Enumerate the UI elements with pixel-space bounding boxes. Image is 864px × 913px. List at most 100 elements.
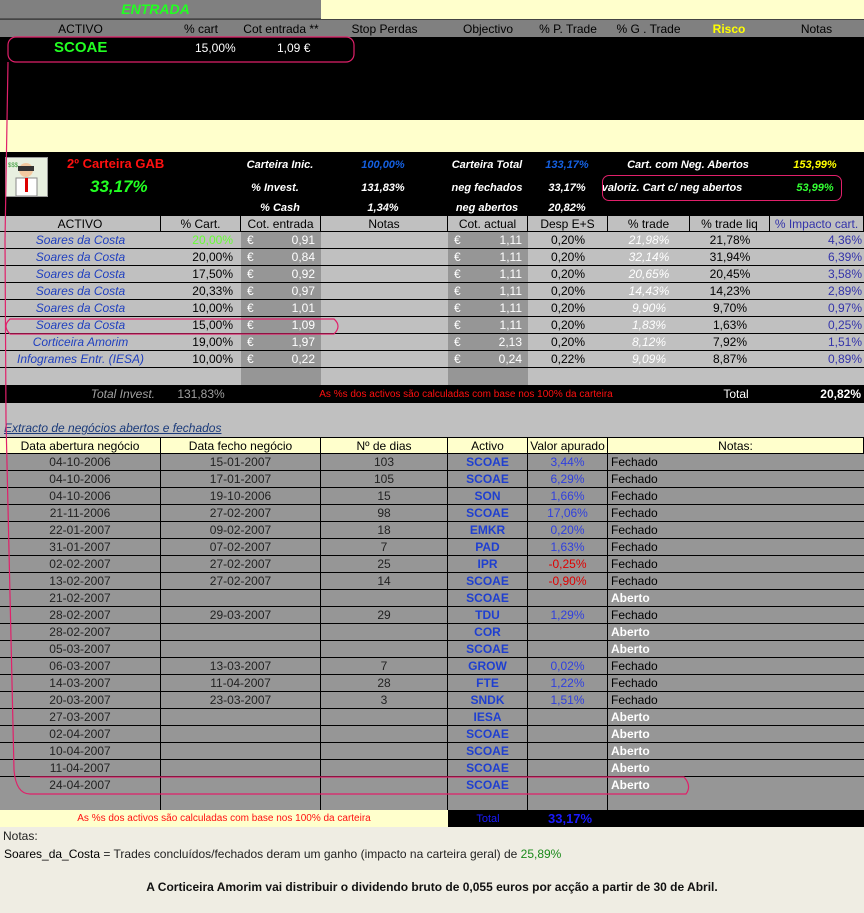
euro-sign: € (454, 318, 461, 332)
holding-cot-actual: €1,11 (448, 283, 528, 299)
extract-col-header: Data abertura negócio (0, 438, 161, 453)
holdings-col-header: Desp E+S (528, 216, 608, 231)
extract-activo[interactable]: IPR (448, 556, 528, 572)
extract-notas: Fechado (611, 574, 658, 588)
notes-line1: Soares_da_Costa = Trades concluídos/fech… (4, 847, 561, 861)
extract-valor: 0,20% (528, 522, 608, 538)
holding-trade: 1,83% (631, 318, 667, 332)
holding-activo[interactable]: Soares da Costa (0, 317, 161, 333)
holding-impacto: 0,89% (827, 352, 862, 366)
extract-days (321, 624, 448, 640)
holding-impacto: 3,58% (827, 267, 862, 281)
holdings-row: Soares da Costa 17,50% €0,92 €1,11 0,20% 20,6… (0, 266, 864, 283)
holding-cot-actual: €1,11 (448, 249, 528, 265)
extract-activo[interactable]: SCOAE (448, 743, 528, 759)
extract-activo[interactable]: IESA (448, 709, 528, 725)
stat-label: Carteira Inic. (246, 159, 314, 171)
extract-row: 22-01-2007 09-02-2007 18 EMKR 0,20% Fechado (0, 522, 864, 539)
price: 0,97 (291, 284, 315, 298)
entrada-title-filler (321, 0, 864, 19)
price: 0,22 (291, 352, 315, 366)
extract-activo[interactable]: SCOAE (448, 777, 528, 793)
stat-value: 131,83% (361, 182, 405, 194)
extract-days (321, 641, 448, 657)
holding-desp: 0,20% (550, 335, 586, 349)
extract-valor (528, 760, 608, 776)
extract-activo[interactable]: SCOAE (448, 760, 528, 776)
holding-activo[interactable]: Soares da Costa (0, 266, 161, 282)
euro-sign: € (247, 284, 254, 298)
extract-activo[interactable]: COR (448, 624, 528, 640)
extract-activo[interactable]: SCOAE (448, 726, 528, 742)
extract-row: 11-04-2007 SCOAE Aberto (0, 760, 864, 777)
extract-activo[interactable]: EMKR (448, 522, 528, 538)
euro-sign: € (454, 284, 461, 298)
holding-trade: 21,98% (628, 233, 670, 247)
extract-days (321, 777, 448, 793)
holding-trade: 9,09% (631, 352, 667, 366)
extract-activo[interactable]: SON (448, 488, 528, 504)
extract-activo[interactable]: SCOAE (448, 641, 528, 657)
holding-impacto: 6,39% (827, 250, 862, 264)
extract-activo[interactable]: SCOAE (448, 454, 528, 470)
holding-activo[interactable]: Soares da Costa (0, 300, 161, 316)
holding-activo[interactable]: Infogrames Entr. (IESA) (0, 351, 161, 367)
extract-open-date: 24-04-2007 (0, 777, 161, 793)
holdings-col-header: % Cart. (161, 216, 241, 231)
extract-open-date: 21-11-2006 (0, 505, 161, 521)
extract-open-date: 28-02-2007 (0, 607, 161, 623)
extract-days: 14 (321, 573, 448, 589)
extract-valor (528, 641, 608, 657)
holding-activo[interactable]: Soares da Costa (0, 232, 161, 248)
price: 0,92 (291, 267, 315, 281)
holding-trade-liq: 1,63% (712, 318, 748, 332)
price: 1,11 (499, 267, 522, 281)
extract-note: As %s dos activos são calculadas com bas… (0, 810, 448, 827)
extract-row: 21-11-2006 27-02-2007 98 SCOAE 17,06% Fechado (0, 505, 864, 522)
holding-cart: 20,33% (192, 284, 233, 298)
extract-activo[interactable]: FTE (448, 675, 528, 691)
stat-value: 133,17% (545, 159, 589, 171)
extract-close-date: 27-02-2007 (161, 573, 321, 589)
extract-close-date (161, 743, 321, 759)
extract-activo[interactable]: SCOAE (448, 590, 528, 606)
price: 1,01 (291, 301, 315, 315)
stat-value: 100,00% (361, 159, 405, 171)
price: 1,11 (499, 301, 522, 315)
entrada-col-header: Objectivo (462, 21, 514, 36)
extract-activo[interactable]: GROW (448, 658, 528, 674)
extract-activo[interactable]: SCOAE (448, 505, 528, 521)
extract-notas: Fechado (611, 523, 658, 537)
extract-title[interactable]: Extracto de negócios abertos e fechados (4, 421, 221, 435)
extract-open-date: 27-03-2007 (0, 709, 161, 725)
extract-activo[interactable]: SNDK (448, 692, 528, 708)
extract-row: 24-04-2007 SCOAE Aberto (0, 777, 864, 794)
extract-notas: Fechado (611, 506, 658, 520)
entrada-col-header: Risco (712, 21, 746, 36)
extract-days: 103 (321, 454, 448, 470)
extract-open-date: 14-03-2007 (0, 675, 161, 691)
holding-desp: 0,20% (550, 250, 586, 264)
extract-open-date: 02-02-2007 (0, 556, 161, 572)
extract-days: 28 (321, 675, 448, 691)
holding-activo[interactable]: Soares da Costa (0, 283, 161, 299)
extract-close-date: 09-02-2007 (161, 522, 321, 538)
euro-sign: € (454, 352, 461, 366)
portfolio-value: 33,17% (90, 177, 148, 196)
total-invest-label: Total Invest. (90, 387, 155, 401)
extract-valor (528, 624, 608, 640)
extract-close-date: 07-02-2007 (161, 539, 321, 555)
extract-valor: -0,25% (528, 556, 608, 572)
stat-value: 20,82% (548, 202, 586, 214)
holding-notas (321, 232, 448, 248)
holding-cart: 10,00% (192, 352, 233, 366)
extract-activo[interactable]: SCOAE (448, 471, 528, 487)
extract-activo[interactable]: PAD (448, 539, 528, 555)
extract-activo[interactable]: TDU (448, 607, 528, 623)
holding-activo[interactable]: Soares da Costa (0, 249, 161, 265)
extract-close-date (161, 590, 321, 606)
extract-col-header: Activo (448, 438, 528, 453)
holding-activo[interactable]: Corticeira Amorim (0, 334, 161, 350)
holdings-row: Soares da Costa 10,00% €1,01 €1,11 0,20% 9,90… (0, 300, 864, 317)
extract-activo[interactable]: SCOAE (448, 573, 528, 589)
